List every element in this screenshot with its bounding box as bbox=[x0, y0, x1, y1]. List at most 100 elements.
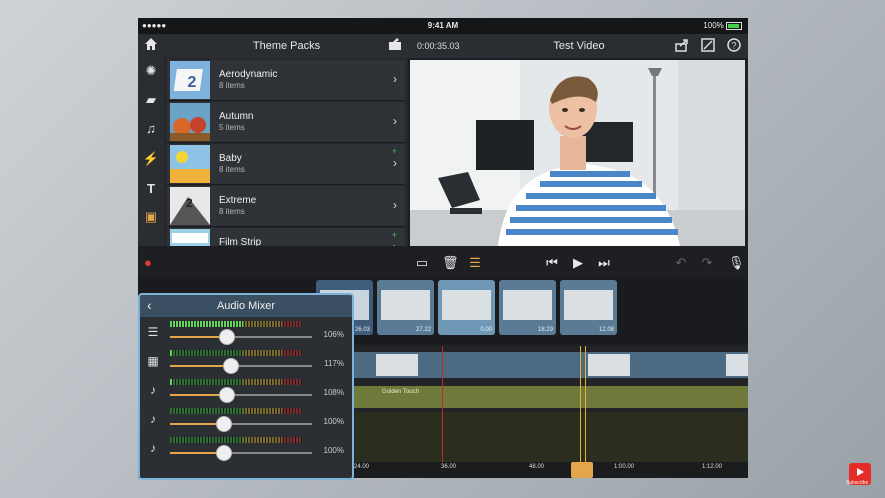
chevron-right-icon: › bbox=[393, 156, 397, 170]
subscribe-label: Subscribe bbox=[846, 480, 869, 486]
theme-thumbnail bbox=[170, 145, 210, 183]
volume-percent: 100% bbox=[323, 446, 344, 455]
frame-thumbnail bbox=[588, 354, 630, 376]
clip-item[interactable]: 18.29 bbox=[499, 280, 556, 335]
music-library-icon[interactable]: ♫ bbox=[142, 120, 160, 138]
share-icon[interactable] bbox=[675, 38, 689, 52]
clip-item[interactable]: 12.08 bbox=[560, 280, 617, 335]
level-meter-fill bbox=[170, 350, 173, 356]
volume-slider-track[interactable] bbox=[170, 394, 312, 396]
theme-item[interactable]: Autumn 5 items › bbox=[167, 102, 405, 143]
mixer-channel: ♪ 100% bbox=[140, 406, 352, 435]
theme-store-icon[interactable] bbox=[388, 37, 402, 51]
volume-slider-knob[interactable] bbox=[218, 387, 235, 403]
volume-slider-track[interactable] bbox=[170, 365, 312, 367]
music-icon: ♪ bbox=[150, 441, 156, 455]
frame-thumbnail bbox=[376, 354, 418, 376]
film-icon: ▦ bbox=[147, 354, 159, 368]
video-preview[interactable] bbox=[410, 60, 745, 246]
theme-thumbnail: 2 bbox=[170, 61, 210, 99]
new-badge-icon: + bbox=[391, 146, 397, 156]
overlay-icon[interactable]: ▣ bbox=[142, 208, 160, 226]
skip-forward-icon[interactable]: ⏭ bbox=[595, 255, 613, 271]
adjust-icon: ☰ bbox=[147, 325, 159, 339]
chevron-right-icon: › bbox=[393, 72, 397, 86]
project-title[interactable]: Test Video bbox=[410, 40, 748, 52]
audio-track-label: Golden Touch bbox=[382, 389, 419, 395]
audio-mixer-panel: ‹ Audio Mixer ☰ 106% ▦ 117% ♪ 108% ♪ 100% ♪ 100% bbox=[138, 293, 354, 480]
level-meter bbox=[170, 408, 302, 414]
volume-slider-track[interactable] bbox=[170, 452, 312, 454]
audio-mixer-icon[interactable]: ☰ bbox=[468, 255, 482, 271]
clip-item[interactable]: 27.22 bbox=[377, 280, 434, 335]
split-clip-icon[interactable]: ▭ bbox=[415, 255, 429, 271]
volume-slider-track[interactable] bbox=[170, 423, 312, 425]
mixer-channel: ☰ 106% bbox=[140, 319, 352, 348]
theme-item[interactable]: Film Strip + › bbox=[167, 228, 405, 246]
theme-panel-title: Theme Packs bbox=[252, 40, 321, 52]
skip-back-icon[interactable]: ⏮ bbox=[543, 255, 561, 271]
svg-text:2: 2 bbox=[186, 196, 193, 210]
title-text-icon[interactable]: T bbox=[142, 180, 160, 198]
clip-thumbnail bbox=[442, 290, 491, 320]
mixer-channel: ▦ 117% bbox=[140, 348, 352, 377]
marker-line bbox=[585, 346, 586, 478]
empty-track bbox=[348, 412, 748, 462]
theme-thumbnail: 2 bbox=[170, 187, 210, 225]
record-icon[interactable]: ● bbox=[144, 255, 152, 271]
volume-percent: 108% bbox=[323, 388, 344, 397]
playhead[interactable] bbox=[442, 346, 443, 478]
volume-slider-track[interactable] bbox=[170, 336, 312, 338]
level-meter bbox=[170, 379, 302, 385]
microphone-icon[interactable]: 🎙 bbox=[728, 255, 745, 271]
help-icon[interactable]: ? bbox=[727, 38, 741, 52]
theme-list: 2 Aerodynamic 8 items › Autumn 5 items ›… bbox=[164, 58, 408, 246]
level-meter-fill bbox=[170, 321, 243, 327]
audio-track[interactable]: Golden Touch bbox=[348, 386, 748, 408]
volume-slider-knob[interactable] bbox=[218, 329, 235, 345]
volume-percent: 106% bbox=[323, 330, 344, 339]
play-icon[interactable]: ▶ bbox=[571, 255, 585, 271]
level-meter bbox=[170, 437, 302, 443]
chevron-right-icon: › bbox=[393, 198, 397, 212]
level-meter bbox=[170, 350, 302, 356]
redo-icon[interactable]: ↷ bbox=[700, 255, 714, 271]
theme-item[interactable]: 2 Aerodynamic 8 items › bbox=[167, 60, 405, 101]
volume-slider-knob[interactable] bbox=[215, 445, 232, 461]
clip-thumbnail bbox=[381, 290, 430, 320]
mixer-channel: ♪ 108% bbox=[140, 377, 352, 406]
svg-text:2: 2 bbox=[188, 74, 197, 91]
music-icon: ♪ bbox=[150, 412, 156, 426]
clip-item-selected[interactable]: 0.00 bbox=[438, 280, 495, 335]
level-meter bbox=[170, 321, 302, 327]
clip-thumbnail bbox=[564, 290, 613, 320]
edit-toolbar: ● ▭ 🗑 ☰ ⏮ ▶ ⏭ ↶ ↷ 🎙 bbox=[138, 250, 748, 276]
level-meter-fill bbox=[170, 379, 173, 385]
transitions-icon[interactable]: ⚡ bbox=[142, 150, 160, 168]
theme-item[interactable]: 2 Extreme 8 items › bbox=[167, 186, 405, 227]
top-bar: Theme Packs 0:00:35.03 Test Video ? bbox=[138, 34, 748, 58]
home-icon[interactable] bbox=[144, 37, 158, 51]
volume-percent: 117% bbox=[324, 359, 344, 368]
folder-icon[interactable]: ▰ bbox=[142, 91, 160, 109]
undo-icon[interactable]: ↶ bbox=[674, 255, 688, 271]
marker-line bbox=[580, 346, 581, 478]
chevron-right-icon: › bbox=[393, 240, 397, 246]
video-track[interactable] bbox=[348, 352, 748, 378]
battery-icon bbox=[726, 21, 742, 30]
volume-slider-fill bbox=[170, 365, 232, 367]
clip-thumbnail bbox=[503, 290, 552, 320]
media-sidebar: ✺ ▰ ♫ ⚡ T ▣ bbox=[138, 58, 164, 246]
mixer-channel: ♪ 100% bbox=[140, 435, 352, 464]
mixer-title: Audio Mixer bbox=[216, 300, 276, 312]
theme-thumbnail bbox=[170, 103, 210, 141]
volume-slider-knob[interactable] bbox=[215, 416, 232, 432]
status-time: 9:41 AM bbox=[427, 21, 459, 30]
volume-slider-knob[interactable] bbox=[223, 358, 240, 374]
marker-handle[interactable] bbox=[571, 462, 593, 478]
settings-grid-icon[interactable] bbox=[701, 38, 715, 52]
mixer-header: ‹ Audio Mixer bbox=[140, 295, 352, 317]
trash-icon[interactable]: 🗑 bbox=[442, 255, 459, 271]
theme-item[interactable]: Baby 8 items + › bbox=[167, 144, 405, 185]
themes-icon[interactable]: ✺ bbox=[142, 62, 160, 80]
